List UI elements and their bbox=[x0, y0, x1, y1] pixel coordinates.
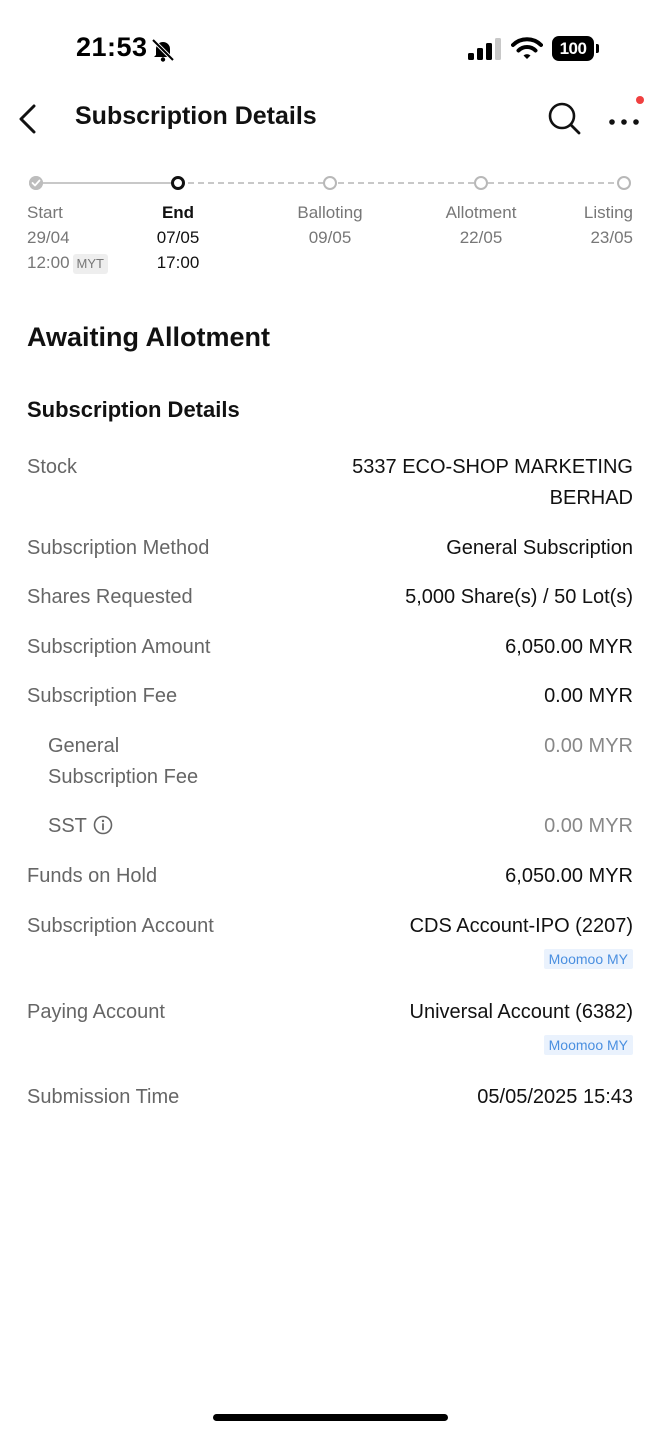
status-bar: 21:53 100 bbox=[0, 0, 660, 96]
home-indicator[interactable] bbox=[213, 1414, 448, 1421]
detail-value: 6,050.00 MYR bbox=[505, 636, 633, 658]
battery-level: 100 bbox=[552, 36, 594, 61]
detail-row-fee: Subscription Fee 0.00 MYR bbox=[27, 681, 633, 712]
detail-row-general-fee: General Subscription Fee 0.00 MYR bbox=[27, 731, 633, 793]
detail-value: General Subscription bbox=[446, 537, 633, 559]
nav-bar: Subscription Details bbox=[0, 96, 660, 142]
timeline-listing-label: Listing bbox=[583, 203, 633, 222]
timezone-badge: MYT bbox=[72, 253, 108, 274]
detail-row-paying-account: Paying Account Universal Account (6382) … bbox=[27, 997, 633, 1057]
section-title: Subscription Details bbox=[27, 397, 240, 422]
timeline-end-node bbox=[171, 176, 185, 190]
timeline-listing-date: 23/05 bbox=[590, 228, 633, 247]
timeline-end-date: 07/05 bbox=[156, 228, 200, 247]
detail-value: Universal Account (6382) bbox=[409, 1001, 633, 1023]
detail-label: Stock bbox=[27, 456, 78, 478]
more-icon[interactable] bbox=[605, 100, 643, 136]
timeline-listing-node bbox=[617, 176, 631, 190]
detail-label: Shares Requested bbox=[27, 586, 193, 608]
detail-label: Subscription Account bbox=[27, 915, 214, 937]
timeline-end-label: End bbox=[161, 203, 195, 222]
broker-tag: Moomoo MY bbox=[543, 1035, 633, 1055]
timeline-balloting-date: 09/05 bbox=[308, 228, 352, 247]
detail-label: Paying Account bbox=[27, 1001, 165, 1023]
detail-label: Subscription Amount bbox=[27, 636, 211, 658]
detail-row-submission-time: Submission Time 05/05/2025 15:43 bbox=[27, 1082, 633, 1113]
info-icon[interactable] bbox=[93, 815, 113, 835]
search-icon[interactable] bbox=[546, 100, 582, 136]
chevron-left-icon[interactable] bbox=[14, 100, 44, 138]
detail-row-stock: Stock 5337 ECO-SHOP MARKETING BERHAD bbox=[27, 452, 633, 514]
detail-label: General Subscription Fee bbox=[48, 735, 199, 788]
notification-dot bbox=[636, 96, 644, 104]
detail-row-funds: Funds on Hold 6,050.00 MYR bbox=[27, 861, 633, 892]
detail-row-sst: SST 0.00 MYR bbox=[27, 811, 633, 842]
timeline-end-time: 17:00 bbox=[156, 253, 200, 272]
timeline-balloting-node bbox=[323, 176, 337, 190]
signal-icon bbox=[468, 38, 501, 60]
wifi-icon bbox=[511, 37, 543, 59]
timeline-remaining-line bbox=[178, 182, 624, 184]
bell-slash-icon bbox=[151, 38, 175, 62]
timeline-start-check-icon bbox=[29, 176, 43, 190]
timeline-start-label: Start bbox=[27, 203, 63, 222]
battery-icon: 100 bbox=[552, 36, 600, 61]
ipo-timeline: Start 29/04 12:00 MYT End 07/05 17:00 Bal… bbox=[0, 168, 660, 278]
timeline-allotment-date: 22/05 bbox=[459, 228, 503, 247]
detail-row-method: Subscription Method General Subscription bbox=[27, 533, 633, 564]
detail-label: Funds on Hold bbox=[27, 865, 158, 887]
timeline-allotment-node bbox=[474, 176, 488, 190]
status-time: 21:53 bbox=[76, 32, 148, 62]
detail-row-shares: Shares Requested 5,000 Share(s) / 50 Lot… bbox=[27, 582, 633, 613]
detail-label: SST bbox=[48, 811, 113, 842]
detail-label: Subscription Method bbox=[27, 537, 210, 559]
page-title: Subscription Details bbox=[75, 102, 317, 130]
detail-value: 0.00 MYR bbox=[544, 685, 633, 707]
stock-value[interactable]: 5337 ECO-SHOP MARKETING BERHAD bbox=[352, 452, 633, 514]
detail-value: 0.00 MYR bbox=[544, 815, 633, 837]
timeline-balloting-label: Balloting bbox=[297, 203, 363, 222]
timeline-progress-line bbox=[36, 182, 178, 184]
detail-value: 5,000 Share(s) / 50 Lot(s) bbox=[405, 586, 633, 608]
detail-value: 0.00 MYR bbox=[544, 735, 633, 757]
detail-value: 05/05/2025 15:43 bbox=[477, 1086, 633, 1108]
detail-value: 6,050.00 MYR bbox=[505, 865, 633, 887]
detail-row-subscription-account: Subscription Account CDS Account-IPO (22… bbox=[27, 911, 633, 971]
subscription-status: Awaiting Allotment bbox=[27, 322, 270, 352]
timeline-start-date: 29/04 bbox=[27, 228, 70, 247]
timeline-start-time: 12:00 MYT bbox=[27, 250, 108, 275]
broker-tag: Moomoo MY bbox=[543, 949, 633, 969]
detail-label: Submission Time bbox=[27, 1086, 180, 1108]
timeline-allotment-label: Allotment bbox=[445, 203, 517, 222]
detail-value: CDS Account-IPO (2207) bbox=[409, 915, 633, 937]
detail-row-amount: Subscription Amount 6,050.00 MYR bbox=[27, 632, 633, 663]
detail-label: Subscription Fee bbox=[27, 685, 178, 707]
